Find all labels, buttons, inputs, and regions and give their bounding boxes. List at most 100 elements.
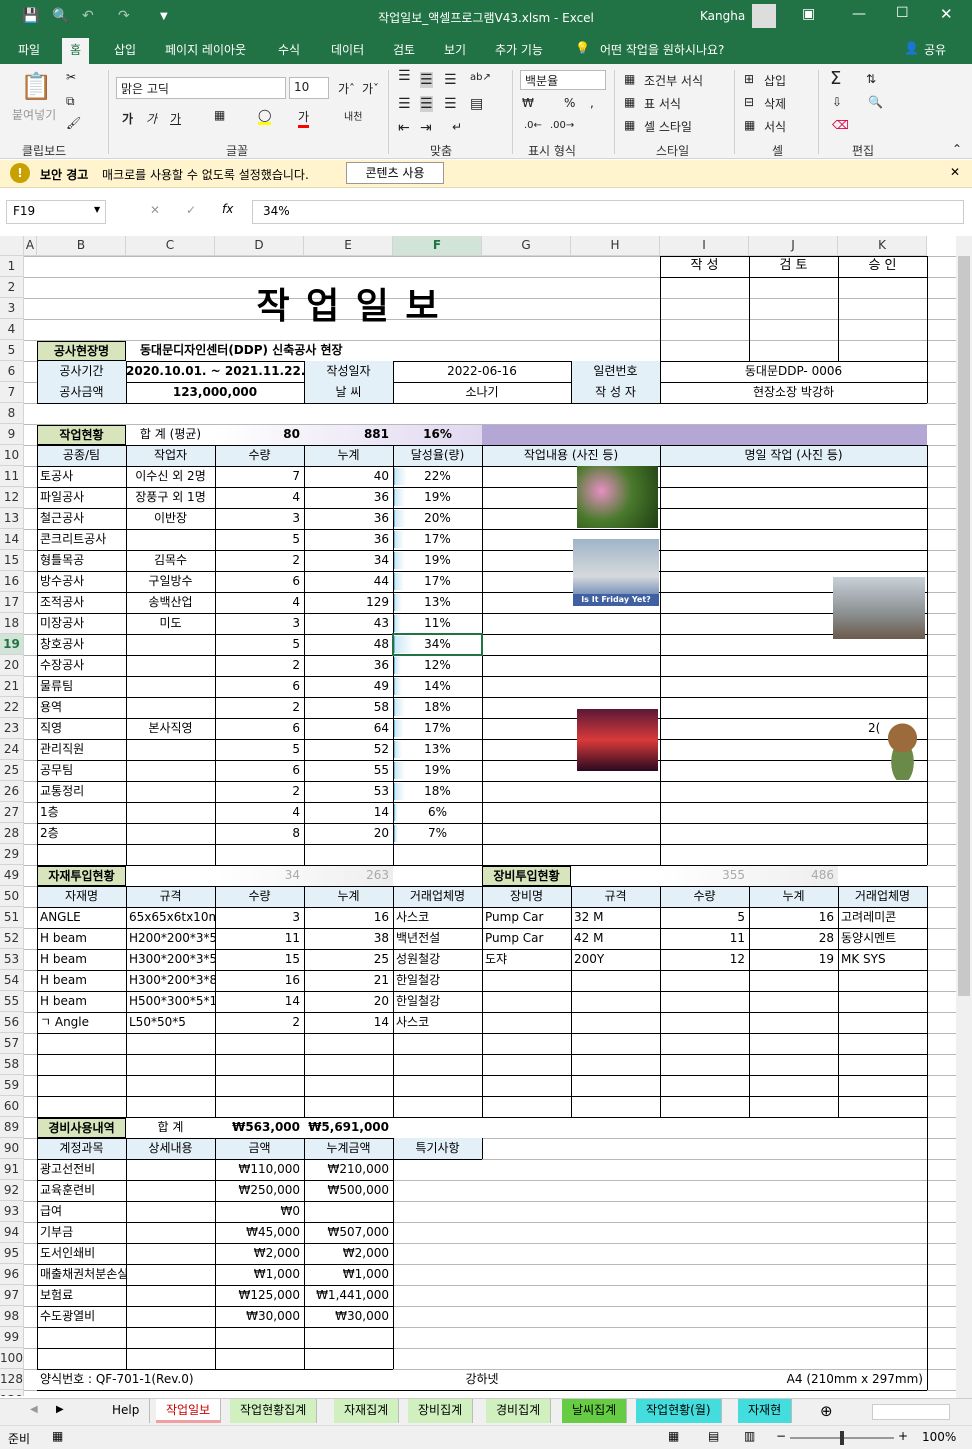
work-rate[interactable]: 6% — [393, 802, 482, 823]
equipment-cell[interactable]: 200Y — [571, 949, 660, 970]
sheet-tab-7[interactable]: 작업현황(월) — [636, 1399, 722, 1423]
work-rate[interactable]: 22% — [393, 466, 482, 487]
row-header-58[interactable]: 58 — [0, 1054, 24, 1075]
row-header-15[interactable]: 15 — [0, 550, 24, 571]
material-cell[interactable]: 한일철강 — [393, 970, 482, 991]
work-cum[interactable]: 40 — [304, 466, 393, 487]
vertical-scrollbar[interactable] — [956, 236, 972, 1398]
expense-cell[interactable] — [126, 1222, 215, 1243]
column-header-K[interactable]: K — [838, 236, 927, 256]
work-trade[interactable]: 수장공사 — [37, 655, 126, 676]
row-header-99[interactable]: 99 — [0, 1327, 24, 1348]
work-qty[interactable]: 2 — [215, 655, 304, 676]
work-trade[interactable]: 관리직원 — [37, 739, 126, 760]
row-header-95[interactable]: 95 — [0, 1243, 24, 1264]
work-trade[interactable]: 교통정리 — [37, 781, 126, 802]
row-header-94[interactable]: 94 — [0, 1222, 24, 1243]
row-header-23[interactable]: 23 — [0, 718, 24, 739]
work-qty[interactable]: 6 — [215, 718, 304, 739]
work-cum[interactable]: 36 — [304, 655, 393, 676]
work-rate[interactable]: 7% — [393, 823, 482, 844]
column-header-D[interactable]: D — [215, 236, 304, 256]
expense-cell[interactable]: ₩0 — [215, 1201, 304, 1222]
formula-input[interactable]: 34% — [252, 200, 964, 224]
row-header-5[interactable]: 5 — [0, 340, 24, 361]
row-header-52[interactable]: 52 — [0, 928, 24, 949]
zoom-in-icon[interactable]: + — [898, 1429, 908, 1443]
row-header-57[interactable]: 57 — [0, 1033, 24, 1054]
work-qty[interactable]: 7 — [215, 466, 304, 487]
material-cell[interactable]: 3 — [215, 907, 304, 928]
work-rate[interactable]: 13% — [393, 592, 482, 613]
work-cum[interactable]: 49 — [304, 676, 393, 697]
work-rate[interactable]: 11% — [393, 613, 482, 634]
expense-cell[interactable] — [126, 1201, 215, 1222]
work-cum[interactable]: 52 — [304, 739, 393, 760]
font-size-select[interactable]: 10 — [289, 77, 329, 99]
font-color-icon[interactable]: 가 — [298, 108, 310, 128]
delete-cells-button[interactable]: 삭제 — [764, 95, 786, 112]
row-header-8[interactable]: 8 — [0, 403, 24, 424]
row-header-14[interactable]: 14 — [0, 529, 24, 550]
expense-cell[interactable]: ₩2,000 — [304, 1243, 393, 1264]
autosum-icon[interactable]: Σ — [830, 68, 841, 89]
share-button[interactable]: 공유 — [924, 41, 946, 58]
expense-cell[interactable]: ₩250,000 — [215, 1180, 304, 1201]
scroll-thumb[interactable] — [958, 256, 970, 996]
grow-font-icon[interactable]: 가ˆ — [338, 80, 355, 97]
minimize-icon[interactable]: — — [852, 6, 866, 22]
work-cum[interactable]: 44 — [304, 571, 393, 592]
work-worker[interactable]: 김목수 — [126, 550, 215, 571]
row-header-21[interactable]: 21 — [0, 676, 24, 697]
row-header-1[interactable]: 1 — [0, 256, 24, 277]
selected-cell[interactable] — [392, 633, 483, 656]
equipment-cell[interactable]: 12 — [660, 949, 749, 970]
work-rate[interactable]: 19% — [393, 550, 482, 571]
row-header-89[interactable]: 89 — [0, 1117, 24, 1138]
conditional-format-button[interactable]: 조건부 서식 — [644, 72, 703, 89]
material-cell[interactable]: 사스코 — [393, 907, 482, 928]
equipment-cell[interactable]: 5 — [660, 907, 749, 928]
row-header-128[interactable]: 128 — [0, 1369, 24, 1390]
work-worker[interactable] — [126, 760, 215, 781]
work-trade[interactable]: 철근공사 — [37, 508, 126, 529]
work-qty[interactable]: 4 — [215, 487, 304, 508]
column-header-G[interactable]: G — [482, 236, 571, 256]
work-trade[interactable]: 파일공사 — [37, 487, 126, 508]
expense-cell[interactable]: ₩1,441,000 — [304, 1285, 393, 1306]
page-break-view-icon[interactable]: ▥ — [744, 1429, 755, 1443]
insert-cells-icon[interactable]: ⊞ — [744, 72, 754, 86]
row-header-54[interactable]: 54 — [0, 970, 24, 991]
work-qty[interactable]: 8 — [215, 823, 304, 844]
row-header-17[interactable]: 17 — [0, 592, 24, 613]
indent-decrease-icon[interactable]: ⇤ — [398, 120, 410, 136]
row-header-129[interactable]: 129 — [0, 1390, 24, 1396]
equipment-cell[interactable]: MK SYS — [838, 949, 927, 970]
work-trade[interactable]: 직영 — [37, 718, 126, 739]
work-rate[interactable]: 18% — [393, 697, 482, 718]
work-rate[interactable]: 19% — [393, 487, 482, 508]
work-qty[interactable]: 3 — [215, 613, 304, 634]
equipment-cell[interactable]: 28 — [749, 928, 838, 949]
material-cell[interactable]: H500*300*5*12 — [126, 991, 215, 1012]
material-cell[interactable]: 2 — [215, 1012, 304, 1033]
work-worker[interactable]: 이반장 — [126, 508, 215, 529]
tab-file[interactable]: 파일 — [18, 41, 40, 58]
equipment-cell[interactable]: 동양시멘트 — [838, 928, 927, 949]
work-trade[interactable]: 2층 — [37, 823, 126, 844]
format-cells-button[interactable]: 서식 — [764, 118, 786, 135]
material-cell[interactable]: 21 — [304, 970, 393, 991]
work-cum[interactable]: 20 — [304, 823, 393, 844]
cell-styles-icon[interactable]: ▦ — [624, 118, 635, 132]
work-cum[interactable]: 129 — [304, 592, 393, 613]
material-cell[interactable]: H beam — [37, 991, 126, 1012]
row-header-29[interactable]: 29 — [0, 844, 24, 865]
normal-view-icon[interactable]: ▦ — [668, 1429, 679, 1443]
work-worker[interactable] — [126, 823, 215, 844]
work-qty[interactable]: 2 — [215, 781, 304, 802]
expense-cell[interactable] — [126, 1306, 215, 1327]
material-cell[interactable]: 25 — [304, 949, 393, 970]
material-cell[interactable]: 14 — [304, 1012, 393, 1033]
zoom-level[interactable]: 100% — [922, 1430, 956, 1444]
expense-cell[interactable]: ₩507,000 — [304, 1222, 393, 1243]
